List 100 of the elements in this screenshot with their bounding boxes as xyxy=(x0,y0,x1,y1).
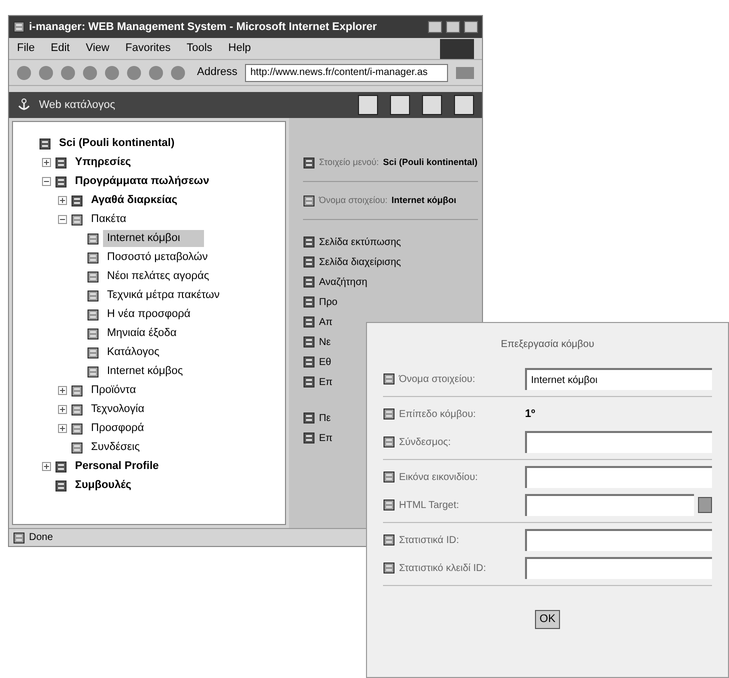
expander-toggle[interactable] xyxy=(58,405,66,414)
menu-item[interactable]: File xyxy=(17,40,35,57)
tree-item[interactable]: Ποσοστό μεταβολών xyxy=(103,249,212,266)
node-icon xyxy=(383,436,395,448)
detail-value: Sci (Pouli kontinental) xyxy=(382,156,478,169)
node-icon xyxy=(303,194,315,206)
browser-icon xyxy=(13,21,25,33)
page-status-icon xyxy=(13,532,25,544)
header-title: Web κατάλογος xyxy=(39,98,116,113)
page-icon xyxy=(87,252,99,264)
tree-item[interactable]: Τεχνικά μέτρα πακέτων xyxy=(103,287,224,304)
node-icon xyxy=(303,376,315,388)
menu-item[interactable]: View xyxy=(86,40,110,57)
expander-toggle[interactable] xyxy=(58,386,66,395)
action-link[interactable]: Σελίδα διαχείρισης xyxy=(319,254,401,270)
detail-label: Στοιχείο μενού: xyxy=(319,156,379,169)
action-link[interactable]: Απ xyxy=(319,314,333,330)
expander-toggle[interactable] xyxy=(58,196,66,205)
menu-item[interactable]: Edit xyxy=(50,40,70,57)
window-title: i-manager: WEB Management System - Microsoft Internet Explorer xyxy=(29,20,377,35)
node-icon xyxy=(303,336,315,348)
page-icon xyxy=(87,366,99,378)
tree-item[interactable]: Πακέτα xyxy=(87,211,130,228)
tree-item[interactable]: Προσφορά xyxy=(87,420,148,437)
field-label: HTML Target: xyxy=(399,498,460,512)
anchor-icon xyxy=(17,98,31,112)
expander-toggle[interactable] xyxy=(58,215,66,224)
tree-item[interactable]: Personal Profile xyxy=(71,458,163,475)
field-label: Στατιστικό κλειδί ID: xyxy=(399,562,488,576)
node-icon xyxy=(383,562,395,574)
tree-item[interactable]: Η νέα προσφορά xyxy=(103,306,194,323)
tree-item[interactable]: Υπηρεσίες xyxy=(71,154,136,171)
field-label: Στατιστικά ID: xyxy=(399,534,460,548)
status-text: Done xyxy=(29,531,53,545)
address-field[interactable]: http://www.news.fr/content/i-manager.as xyxy=(245,64,448,82)
node-icon xyxy=(303,412,315,424)
detail-label: Όνομα στοιχείου: xyxy=(319,194,388,207)
tree-item[interactable]: Internet κόμβοι xyxy=(103,230,204,247)
action-link[interactable]: Πε xyxy=(319,410,331,426)
node-icon xyxy=(303,276,315,288)
expander-toggle[interactable] xyxy=(42,158,50,167)
page-icon xyxy=(55,480,67,492)
tree-item[interactable]: Προϊόντα xyxy=(87,382,140,399)
tree-item[interactable]: Μηνιαία έξοδα xyxy=(103,325,181,342)
input-field[interactable] xyxy=(525,529,712,551)
tree-item[interactable]: Αγαθά διαρκείας xyxy=(87,192,182,209)
menu-item[interactable]: Help xyxy=(228,40,251,57)
node-icon xyxy=(303,156,315,168)
input-field[interactable]: Internet κόμβοι xyxy=(525,368,712,390)
page-icon xyxy=(71,384,83,396)
dialog-title: Επεξεργασία κόμβου xyxy=(500,338,596,352)
expander-toggle[interactable] xyxy=(58,424,66,433)
input-field[interactable] xyxy=(525,494,694,516)
action-link[interactable]: Επ xyxy=(319,430,333,446)
field-label: Επίπεδο κόμβου: xyxy=(399,408,477,422)
page-icon xyxy=(55,460,67,472)
node-icon xyxy=(303,296,315,308)
node-icon xyxy=(383,373,395,385)
page-icon xyxy=(87,270,99,282)
page-icon xyxy=(71,404,83,416)
page-icon xyxy=(87,328,99,340)
tree-item[interactable]: Συμβουλές xyxy=(71,477,136,494)
node-icon xyxy=(303,256,315,268)
node-icon xyxy=(303,432,315,444)
action-link[interactable]: Εθ xyxy=(319,354,332,370)
tree-item[interactable]: Internet κόμβος xyxy=(103,363,187,380)
tree-item[interactable]: Συνδέσεις xyxy=(87,439,144,456)
action-link[interactable]: Αναζήτηση xyxy=(319,274,368,290)
action-link[interactable]: Σελίδα εκτύπωσης xyxy=(319,234,401,250)
action-link[interactable]: Προ xyxy=(319,294,338,310)
page-icon xyxy=(55,176,67,188)
tree-item[interactable]: Προγράμματα πωλήσεων xyxy=(71,173,214,190)
menu-item[interactable]: Tools xyxy=(186,40,212,57)
menu-item[interactable]: Favorites xyxy=(125,40,171,57)
expander-toggle[interactable] xyxy=(42,177,50,186)
node-icon xyxy=(383,499,395,511)
tree-item[interactable]: Κατάλογος xyxy=(103,344,164,361)
tree-item[interactable]: Τεχνολογία xyxy=(87,401,148,418)
input-field[interactable] xyxy=(525,431,712,453)
field-value: 1º xyxy=(525,406,536,422)
node-icon xyxy=(303,236,315,248)
action-link[interactable]: Επ xyxy=(319,374,333,390)
node-icon xyxy=(383,471,395,483)
tree-item[interactable]: Sci (Pouli kontinental) xyxy=(55,135,179,152)
page-icon xyxy=(87,232,99,244)
ok-button[interactable]: OK xyxy=(534,610,560,628)
input-field[interactable] xyxy=(525,557,712,579)
field-label: Όνομα στοιχείου: xyxy=(399,372,476,386)
input-field[interactable] xyxy=(525,466,712,488)
field-label: Εικόνα εικονιδίου: xyxy=(399,470,479,484)
browse-button[interactable] xyxy=(698,497,712,513)
page-icon xyxy=(71,214,83,226)
page-icon xyxy=(87,346,99,358)
page-icon xyxy=(71,194,83,206)
page-icon xyxy=(71,442,83,454)
expander-toggle[interactable] xyxy=(42,462,50,471)
node-icon xyxy=(303,356,315,368)
node-icon xyxy=(383,408,395,420)
tree-item[interactable]: Νέοι πελάτες αγοράς xyxy=(103,268,214,285)
action-link[interactable]: Νε xyxy=(319,334,331,350)
